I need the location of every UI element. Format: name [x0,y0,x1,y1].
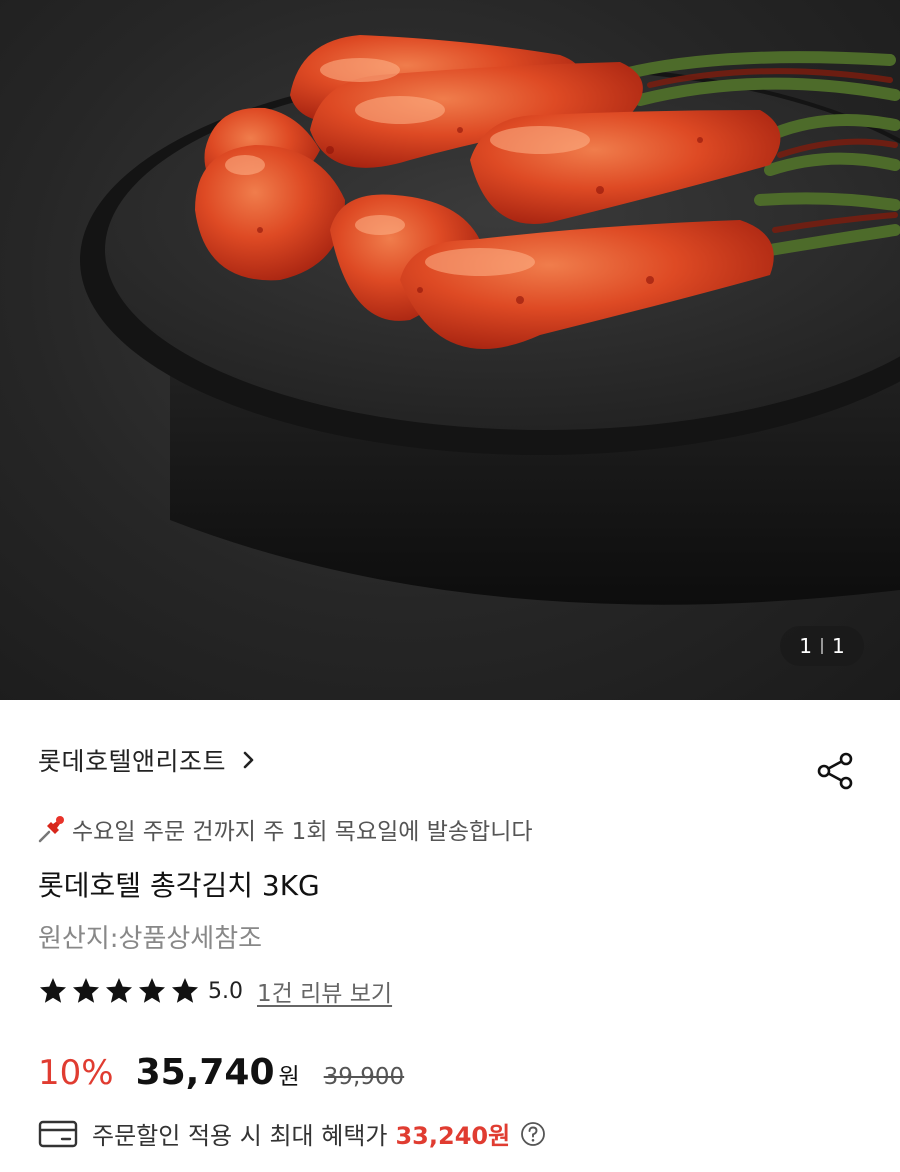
image-counter: 1 1 [780,626,864,666]
benefit-price: 33,240원 [395,1122,511,1150]
star-icon [172,978,198,1003]
brand-name: 롯데호텔앤리조트 [38,747,227,776]
original-price: 39,900 [323,1064,405,1090]
star-icon [139,978,165,1003]
share-icon[interactable] [814,750,856,792]
chevron-right-icon [243,751,254,769]
pushpin-icon [38,816,64,843]
review-link[interactable]: 1건 리뷰 보기 [257,974,392,1008]
origin-label: 원산지:상품상세참조 [38,924,263,954]
price-row: 10% 35,740 원 39,900 [38,1052,404,1093]
image-counter-divider [821,638,823,654]
star-icon [73,978,99,1003]
star-icon [106,978,132,1003]
sale-price: 35,740 [135,1052,275,1093]
brand-link[interactable]: 롯데호텔앤리조트 [38,742,260,778]
image-counter-current: 1 [799,634,812,658]
benefit-label: 주문할인 적용 시 최대 혜택가 [92,1122,388,1150]
help-icon[interactable] [520,1121,546,1147]
product-image[interactable]: 1 1 [0,0,900,700]
rating-score: 5.0 [208,978,243,1004]
star-icon [40,978,66,1003]
max-benefit-row: 주문할인 적용 시 최대 혜택가 33,240원 [38,1116,546,1151]
image-counter-total: 1 [832,634,845,658]
discount-rate: 10% [38,1053,114,1093]
currency-unit: 원 [278,1064,300,1090]
credit-card-icon [38,1120,78,1147]
rating-stars [38,976,200,1006]
shipping-notice-text: 수요일 주문 건까지 주 1회 목요일에 발송합니다 [72,819,533,845]
shipping-notice: 수요일 주문 건까지 주 1회 목요일에 발송합니다 [36,812,533,846]
product-title: 롯데호텔 총각김치 3KG [38,869,320,902]
kimchi-photo [80,35,900,605]
rating-row: 5.0 1건 리뷰 보기 [38,974,392,1008]
